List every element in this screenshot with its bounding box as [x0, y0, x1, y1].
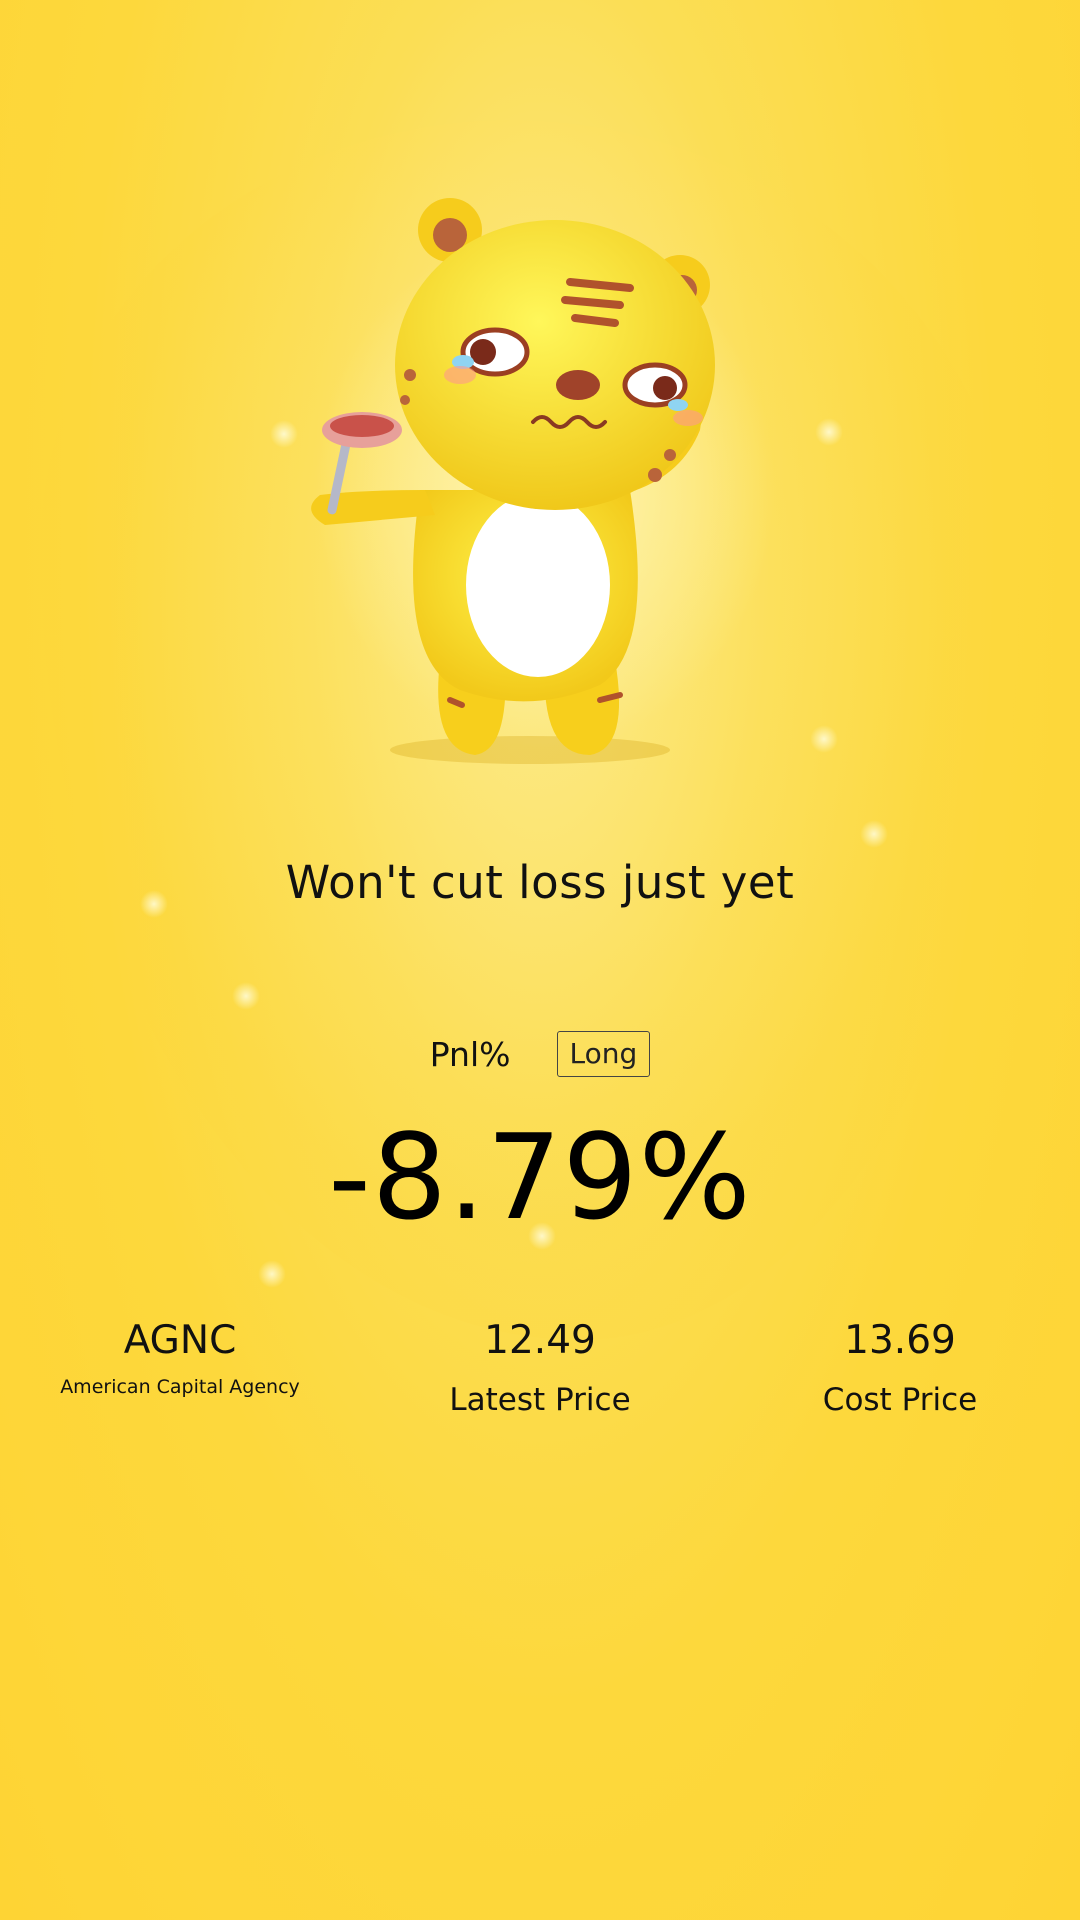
pnl-value: -8.79%	[328, 1108, 752, 1246]
stock-symbol: AGNC	[123, 1318, 237, 1363]
cost-price-info: 13.69 Cost Price	[720, 1316, 1080, 1418]
cost-price-value: 13.69	[844, 1318, 956, 1363]
sparkle-decoration	[232, 982, 260, 1010]
sparkle-decoration	[258, 1260, 286, 1288]
stock-info: AGNC American Capital Agency	[0, 1316, 360, 1418]
stats-row: AGNC American Capital Agency 12.49 Lates…	[0, 1316, 1080, 1418]
pnl-header: Pnl% Long	[0, 1030, 1080, 1078]
pnl-label: Pnl%	[429, 1034, 511, 1074]
sparkle-decoration	[810, 725, 838, 753]
sparkle-decoration	[860, 820, 888, 848]
latest-price-info: 12.49 Latest Price	[360, 1316, 720, 1418]
cost-price-label: Cost Price	[822, 1382, 978, 1418]
stock-name: American Capital Agency	[60, 1376, 300, 1398]
sparkle-decoration	[815, 418, 843, 446]
latest-price-label: Latest Price	[449, 1382, 631, 1418]
position-direction-badge: Long	[556, 1031, 651, 1077]
tiger-mascot-icon	[311, 198, 775, 764]
latest-price-value: 12.49	[484, 1318, 596, 1363]
sparkle-decoration	[270, 420, 298, 448]
headline-text: Won't cut loss just yet	[285, 856, 795, 909]
